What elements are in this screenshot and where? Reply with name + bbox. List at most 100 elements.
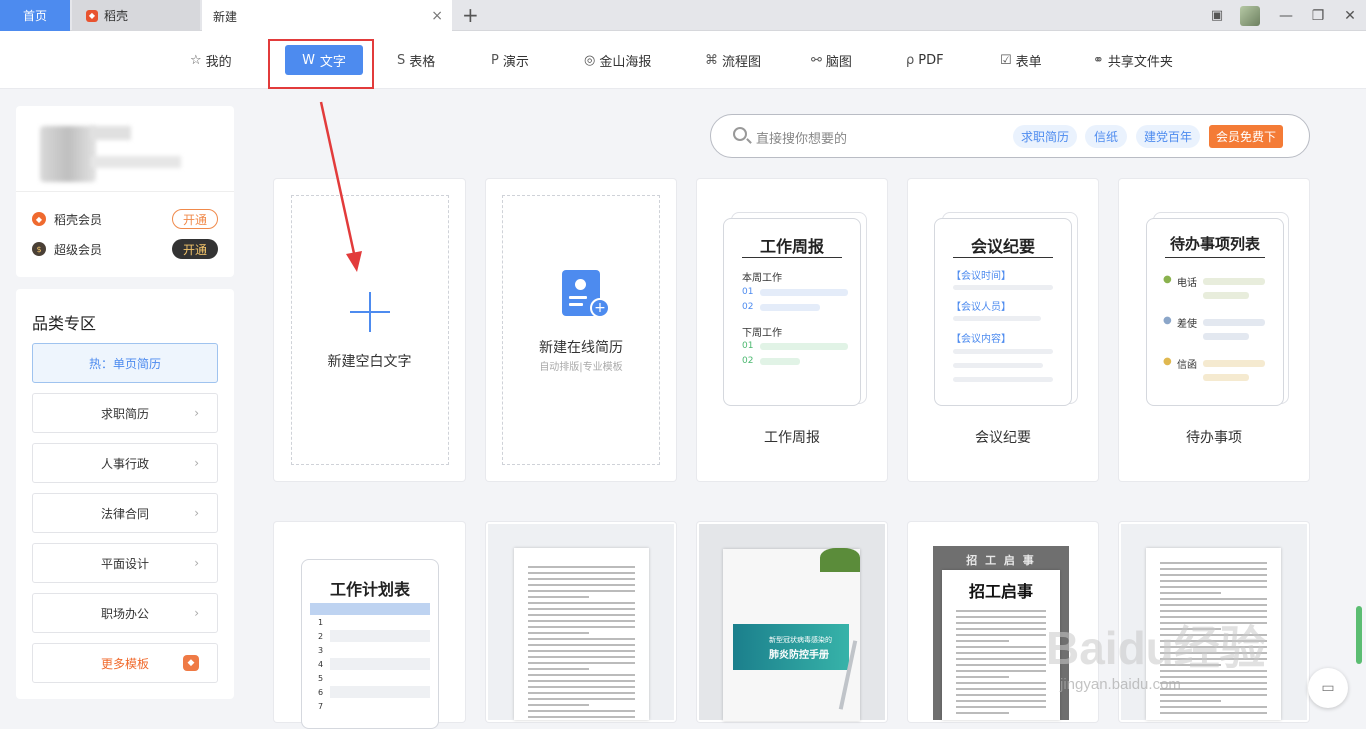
- user-card: ◆ 稻壳会员 开通 $ 超级会员 开通: [16, 106, 234, 277]
- text-line: [1160, 568, 1267, 570]
- text-line: [1160, 574, 1267, 576]
- text-line: [528, 608, 635, 610]
- watermark-url: jingyan.baidu.com: [1060, 676, 1181, 693]
- tab-new[interactable]: 新建 ×: [202, 0, 452, 32]
- category-flowchart[interactable]: ⌘ 流程图: [705, 31, 761, 89]
- text-line: [956, 670, 1046, 672]
- text-line: [528, 692, 635, 694]
- title-bar: 首页 ◆ 稻壳 新建 × + ▣ — ❐ ✕: [0, 0, 1366, 32]
- text-line: [1160, 562, 1267, 564]
- star-icon: ☆: [190, 52, 202, 68]
- check-icon: ●: [1163, 315, 1172, 326]
- text-line: [528, 590, 635, 592]
- check-icon: ●: [1163, 356, 1172, 367]
- text-line: [528, 686, 635, 688]
- new-online-resume-label: 新建在线简历: [539, 340, 623, 356]
- category-section: 品类专区 热：单页简历 求职简历 › 人事行政 › 法律合同 › 平面设计 › 职场办公…: [16, 289, 234, 699]
- text-line: [956, 658, 1046, 660]
- chevron-right-icon: ›: [194, 506, 199, 520]
- daoke-logo-icon: ◆: [183, 655, 199, 671]
- restore-icon[interactable]: ❐: [1302, 0, 1334, 31]
- text-line: [956, 700, 1046, 702]
- category-mindmap[interactable]: ⚯ 脑图: [811, 31, 852, 89]
- chevron-right-icon: ›: [194, 456, 199, 470]
- text-line: [528, 650, 635, 652]
- text-line: [1160, 700, 1221, 702]
- text-line: [956, 706, 1046, 708]
- covid-banner: 新型冠状病毒感染的 肺炎防控手册: [733, 624, 849, 670]
- section-title: 品类专区: [32, 314, 97, 333]
- meeting-minutes-preview: 会议纪要 【会议时间】 【会议人员】 【会议内容】: [934, 218, 1072, 406]
- template-label-weekly-report: 工作周报: [764, 430, 820, 446]
- weekly-report-preview: 工作周报 本周工作 01 02 下周工作 01 02: [723, 218, 861, 406]
- text-line: [956, 622, 1046, 624]
- user-info-blurred: [91, 156, 181, 168]
- open-super-vip-button[interactable]: 开通: [172, 239, 218, 259]
- text-line: [1160, 706, 1267, 708]
- presentation-icon: P: [491, 52, 499, 68]
- vip-row-daoke: ◆ 稻壳会员 开通: [32, 207, 218, 231]
- category-form[interactable]: ☑ 表单: [1000, 31, 1042, 89]
- sidebar-item-legal[interactable]: 法律合同 ›: [32, 493, 218, 533]
- template-search[interactable]: 直接搜你想要的 求职简历 信纸 建党百年 会员免费下: [710, 114, 1310, 158]
- todo-preview: 待办事项列表 ● 电话 ● 差使 ● 信函: [1146, 218, 1284, 406]
- search-input[interactable]: 直接搜你想要的: [756, 128, 847, 147]
- text-line: [528, 698, 635, 700]
- minimize-icon[interactable]: —: [1270, 0, 1302, 31]
- search-chip-letter[interactable]: 信纸: [1085, 125, 1127, 148]
- search-chip-resume[interactable]: 求职简历: [1013, 125, 1077, 148]
- close-tab-icon[interactable]: ×: [431, 8, 443, 24]
- mindmap-icon: ⚯: [811, 52, 822, 68]
- category-sheet[interactable]: S 表格: [397, 31, 435, 89]
- text-line: [528, 644, 635, 646]
- tab-home[interactable]: 首页: [0, 0, 70, 31]
- avatar[interactable]: [1240, 5, 1260, 26]
- open-daoke-vip-button[interactable]: 开通: [172, 209, 218, 229]
- text-line: [528, 656, 635, 658]
- sidebar-item-graphic-design[interactable]: 平面设计 ›: [32, 543, 218, 583]
- category-mine[interactable]: ☆ 我的: [190, 31, 232, 89]
- sidebar-item-job-resume[interactable]: 求职简历 ›: [32, 393, 218, 433]
- category-poster[interactable]: ◎ 金山海报: [584, 31, 651, 89]
- sidebar-item-office[interactable]: 职场办公 ›: [32, 593, 218, 633]
- user-name-blurred: [91, 126, 131, 140]
- text-line: [956, 628, 1046, 630]
- tab-new-label: 新建: [213, 9, 238, 24]
- text-line: [528, 572, 635, 574]
- text-line: [956, 616, 1046, 618]
- text-line: [1160, 598, 1267, 600]
- text-line: [528, 638, 635, 640]
- watermark-logo: Baidu经验: [1046, 622, 1266, 674]
- text-line: [1160, 592, 1221, 594]
- sidebar-item-hot-resume[interactable]: 热：单页简历: [32, 343, 218, 383]
- vip-free-download-button[interactable]: 会员免费下: [1209, 125, 1283, 148]
- text-line: [956, 634, 1046, 636]
- new-blank-doc-label: 新建空白文字: [327, 354, 412, 370]
- check-icon: ●: [1163, 274, 1172, 285]
- search-icon: [733, 127, 747, 141]
- category-bar: ☆ 我的 W 文字 S 表格 P 演示 ◎ 金山海报 ⌘ 流程图 ⚯ 脑图 ρ PDF ☑ 表单 …: [0, 31, 1366, 89]
- scrollbar[interactable]: [1356, 606, 1362, 664]
- window-layout-icon[interactable]: ▣: [1204, 0, 1230, 31]
- add-tab-button[interactable]: +: [462, 3, 479, 27]
- text-line: [528, 668, 589, 670]
- work-plan-preview: 工作计划表 1 2 3 4 5 6 7: [301, 559, 439, 729]
- close-window-icon[interactable]: ✕: [1334, 0, 1366, 31]
- vip-row-super: $ 超级会员 开通: [32, 237, 218, 261]
- text-line: [528, 578, 635, 580]
- category-pdf[interactable]: ρ PDF: [906, 31, 944, 89]
- share-folder-icon: ⚭: [1093, 52, 1104, 68]
- text-line: [528, 566, 635, 568]
- flowchart-icon: ⌘: [705, 52, 718, 68]
- sidebar-item-hr[interactable]: 人事行政 ›: [32, 443, 218, 483]
- category-share-folder[interactable]: ⚭ 共享文件夹: [1093, 31, 1173, 89]
- search-chip-party[interactable]: 建党百年: [1136, 125, 1200, 148]
- sidebar-item-more-templates[interactable]: 更多模板 ◆: [32, 643, 218, 683]
- text-line: [1160, 604, 1267, 606]
- category-presentation[interactable]: P 演示: [491, 31, 529, 89]
- feedback-icon[interactable]: ▭: [1308, 668, 1348, 708]
- text-line: [956, 640, 1010, 642]
- tab-daoke[interactable]: ◆ 稻壳: [72, 0, 200, 31]
- text-line: [528, 662, 635, 664]
- text-line: [1160, 586, 1267, 588]
